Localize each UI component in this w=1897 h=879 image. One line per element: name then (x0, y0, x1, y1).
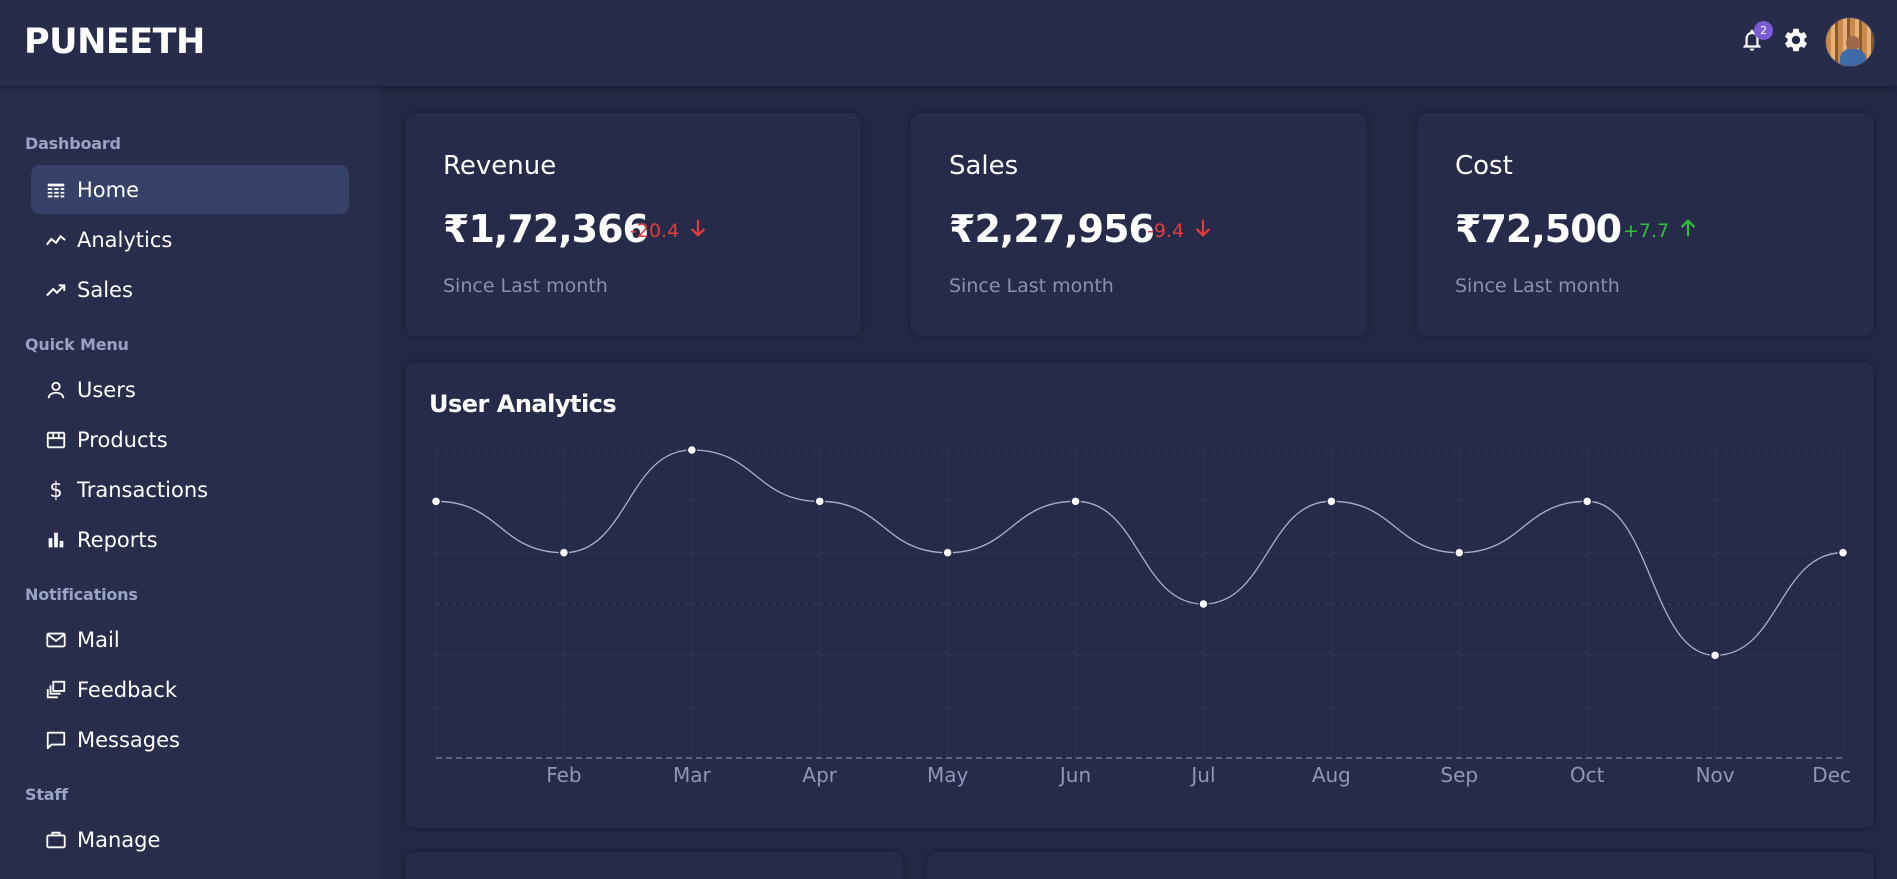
sidebar-item-label: Transactions (77, 477, 209, 502)
x-tick-label: Mar (673, 763, 712, 787)
storefront-icon (45, 429, 67, 451)
sidebar-item-label: Sales (77, 277, 133, 302)
x-tick-label: Feb (546, 763, 581, 787)
briefcase-icon (45, 829, 67, 851)
app-logo[interactable]: PUNEETH (24, 22, 205, 62)
notification-count-badge: 2 (1754, 21, 1773, 40)
stat-title: Cost (1455, 151, 1513, 181)
gear-icon (1782, 26, 1810, 58)
stat-card-sales: Sales ₹2,27,956 -9.4 Since Last month (911, 113, 1367, 336)
sidebar-item-label: Reports (77, 527, 158, 552)
stat-change-value: -9.4 (1147, 219, 1185, 242)
data-point (558, 547, 570, 558)
x-tick-label: Apr (802, 763, 837, 787)
sidebar-item-label: Users (77, 377, 136, 402)
stat-change: +7.7 (1623, 217, 1699, 244)
stat-subtitle: Since Last month (1455, 275, 1620, 297)
user-analytics-card: User Analytics Feb Mar Apr May Jun Jul Aug Sep O… (405, 362, 1874, 828)
data-point (1070, 496, 1081, 507)
sidebar-item-label: Manage (77, 827, 161, 852)
notifications-button[interactable]: 2 (1737, 21, 1773, 57)
stat-subtitle: Since Last month (949, 275, 1114, 297)
x-tick-label: Oct (1570, 763, 1605, 787)
person-icon (45, 379, 67, 401)
data-point (1709, 650, 1721, 661)
user-avatar[interactable] (1825, 17, 1875, 67)
top-bar: PUNEETH 2 (0, 0, 1897, 86)
timeline-icon (45, 229, 67, 251)
sidebar-item-label: Home (77, 177, 140, 202)
sidebar-item-manage[interactable]: Manage (31, 815, 349, 864)
x-tick-label: Jul (1189, 763, 1215, 787)
trending-up-icon (45, 279, 67, 301)
stat-change: -9.4 (1147, 217, 1214, 244)
arrow-up-icon (1677, 217, 1699, 244)
avatar-shirt (1840, 49, 1866, 66)
bottom-card-left (405, 852, 903, 879)
sidebar-section-notifications: Notifications (25, 585, 138, 604)
stat-subtitle: Since Last month (443, 275, 608, 297)
data-point (1837, 547, 1849, 558)
bottom-card-right (927, 852, 1874, 879)
header-actions: 2 (1737, 16, 1875, 68)
sidebar-item-sales[interactable]: Sales (31, 265, 349, 314)
sidebar-item-analytics[interactable]: Analytics (31, 215, 349, 264)
mail-icon (45, 629, 67, 651)
stat-value: ₹72,500 (1455, 207, 1622, 251)
sidebar-item-label: Feedback (77, 677, 178, 702)
stat-title: Revenue (443, 151, 557, 181)
user-analytics-chart: Feb Mar Apr May Jun Jul Aug Sep Oct Nov Dec (430, 444, 1851, 787)
sidebar-item-transactions[interactable]: $ Transactions (31, 465, 349, 514)
x-tick-label: Jun (1058, 763, 1091, 787)
sidebar-section-staff: Staff (25, 785, 68, 804)
sidebar-item-label: Mail (77, 627, 120, 652)
data-point (1198, 598, 1209, 610)
sidebar-item-label: Analytics (77, 227, 173, 252)
data-point (942, 547, 953, 558)
sidebar-item-feedback[interactable]: Feedback (31, 665, 349, 714)
stat-change: -20.4 (630, 217, 709, 244)
bar-chart-icon (45, 529, 67, 551)
sidebar: Dashboard Home Analytics Sales Quick Men… (0, 86, 380, 879)
arrow-down-icon (687, 217, 709, 244)
sidebar-item-label: Messages (77, 727, 180, 752)
stat-value: ₹2,27,956 (949, 207, 1155, 251)
sidebar-item-home[interactable]: Home (31, 165, 349, 214)
stat-card-cost: Cost ₹72,500 +7.7 Since Last month (1417, 113, 1874, 336)
data-point (430, 496, 442, 507)
sidebar-section-quick-menu: Quick Menu (25, 335, 129, 354)
stat-card-revenue: Revenue ₹1,72,366 -20.4 Since Last month (405, 113, 861, 336)
stat-title: Sales (949, 151, 1019, 181)
data-point (686, 444, 698, 456)
data-point (1581, 496, 1593, 507)
x-tick-label: Nov (1696, 763, 1735, 787)
settings-button[interactable] (1781, 27, 1811, 57)
sidebar-item-reports[interactable]: Reports (31, 515, 349, 564)
avatar-face (1846, 36, 1860, 50)
data-point (1326, 496, 1337, 507)
dollar-icon: $ (49, 477, 63, 502)
sidebar-item-messages[interactable]: Messages (31, 715, 349, 764)
dynamic-feed-icon (45, 679, 67, 701)
x-tick-label: Dec (1812, 763, 1851, 787)
x-tick-label: Sep (1440, 763, 1478, 787)
stat-value: ₹1,72,366 (443, 207, 649, 251)
data-point (1454, 547, 1465, 558)
sidebar-item-mail[interactable]: Mail (31, 615, 349, 664)
chat-icon (45, 729, 67, 751)
data-point (814, 496, 825, 507)
arrow-down-icon (1192, 217, 1214, 244)
home-icon (45, 179, 67, 201)
sidebar-item-products[interactable]: Products (31, 415, 349, 464)
sidebar-section-dashboard: Dashboard (25, 134, 121, 153)
x-tick-label: Aug (1312, 763, 1351, 787)
stat-change-value: -20.4 (630, 219, 680, 242)
x-tick-label: May (927, 763, 969, 787)
stat-change-value: +7.7 (1623, 219, 1670, 242)
sidebar-item-users[interactable]: Users (31, 365, 349, 414)
sidebar-item-label: Products (77, 427, 168, 452)
